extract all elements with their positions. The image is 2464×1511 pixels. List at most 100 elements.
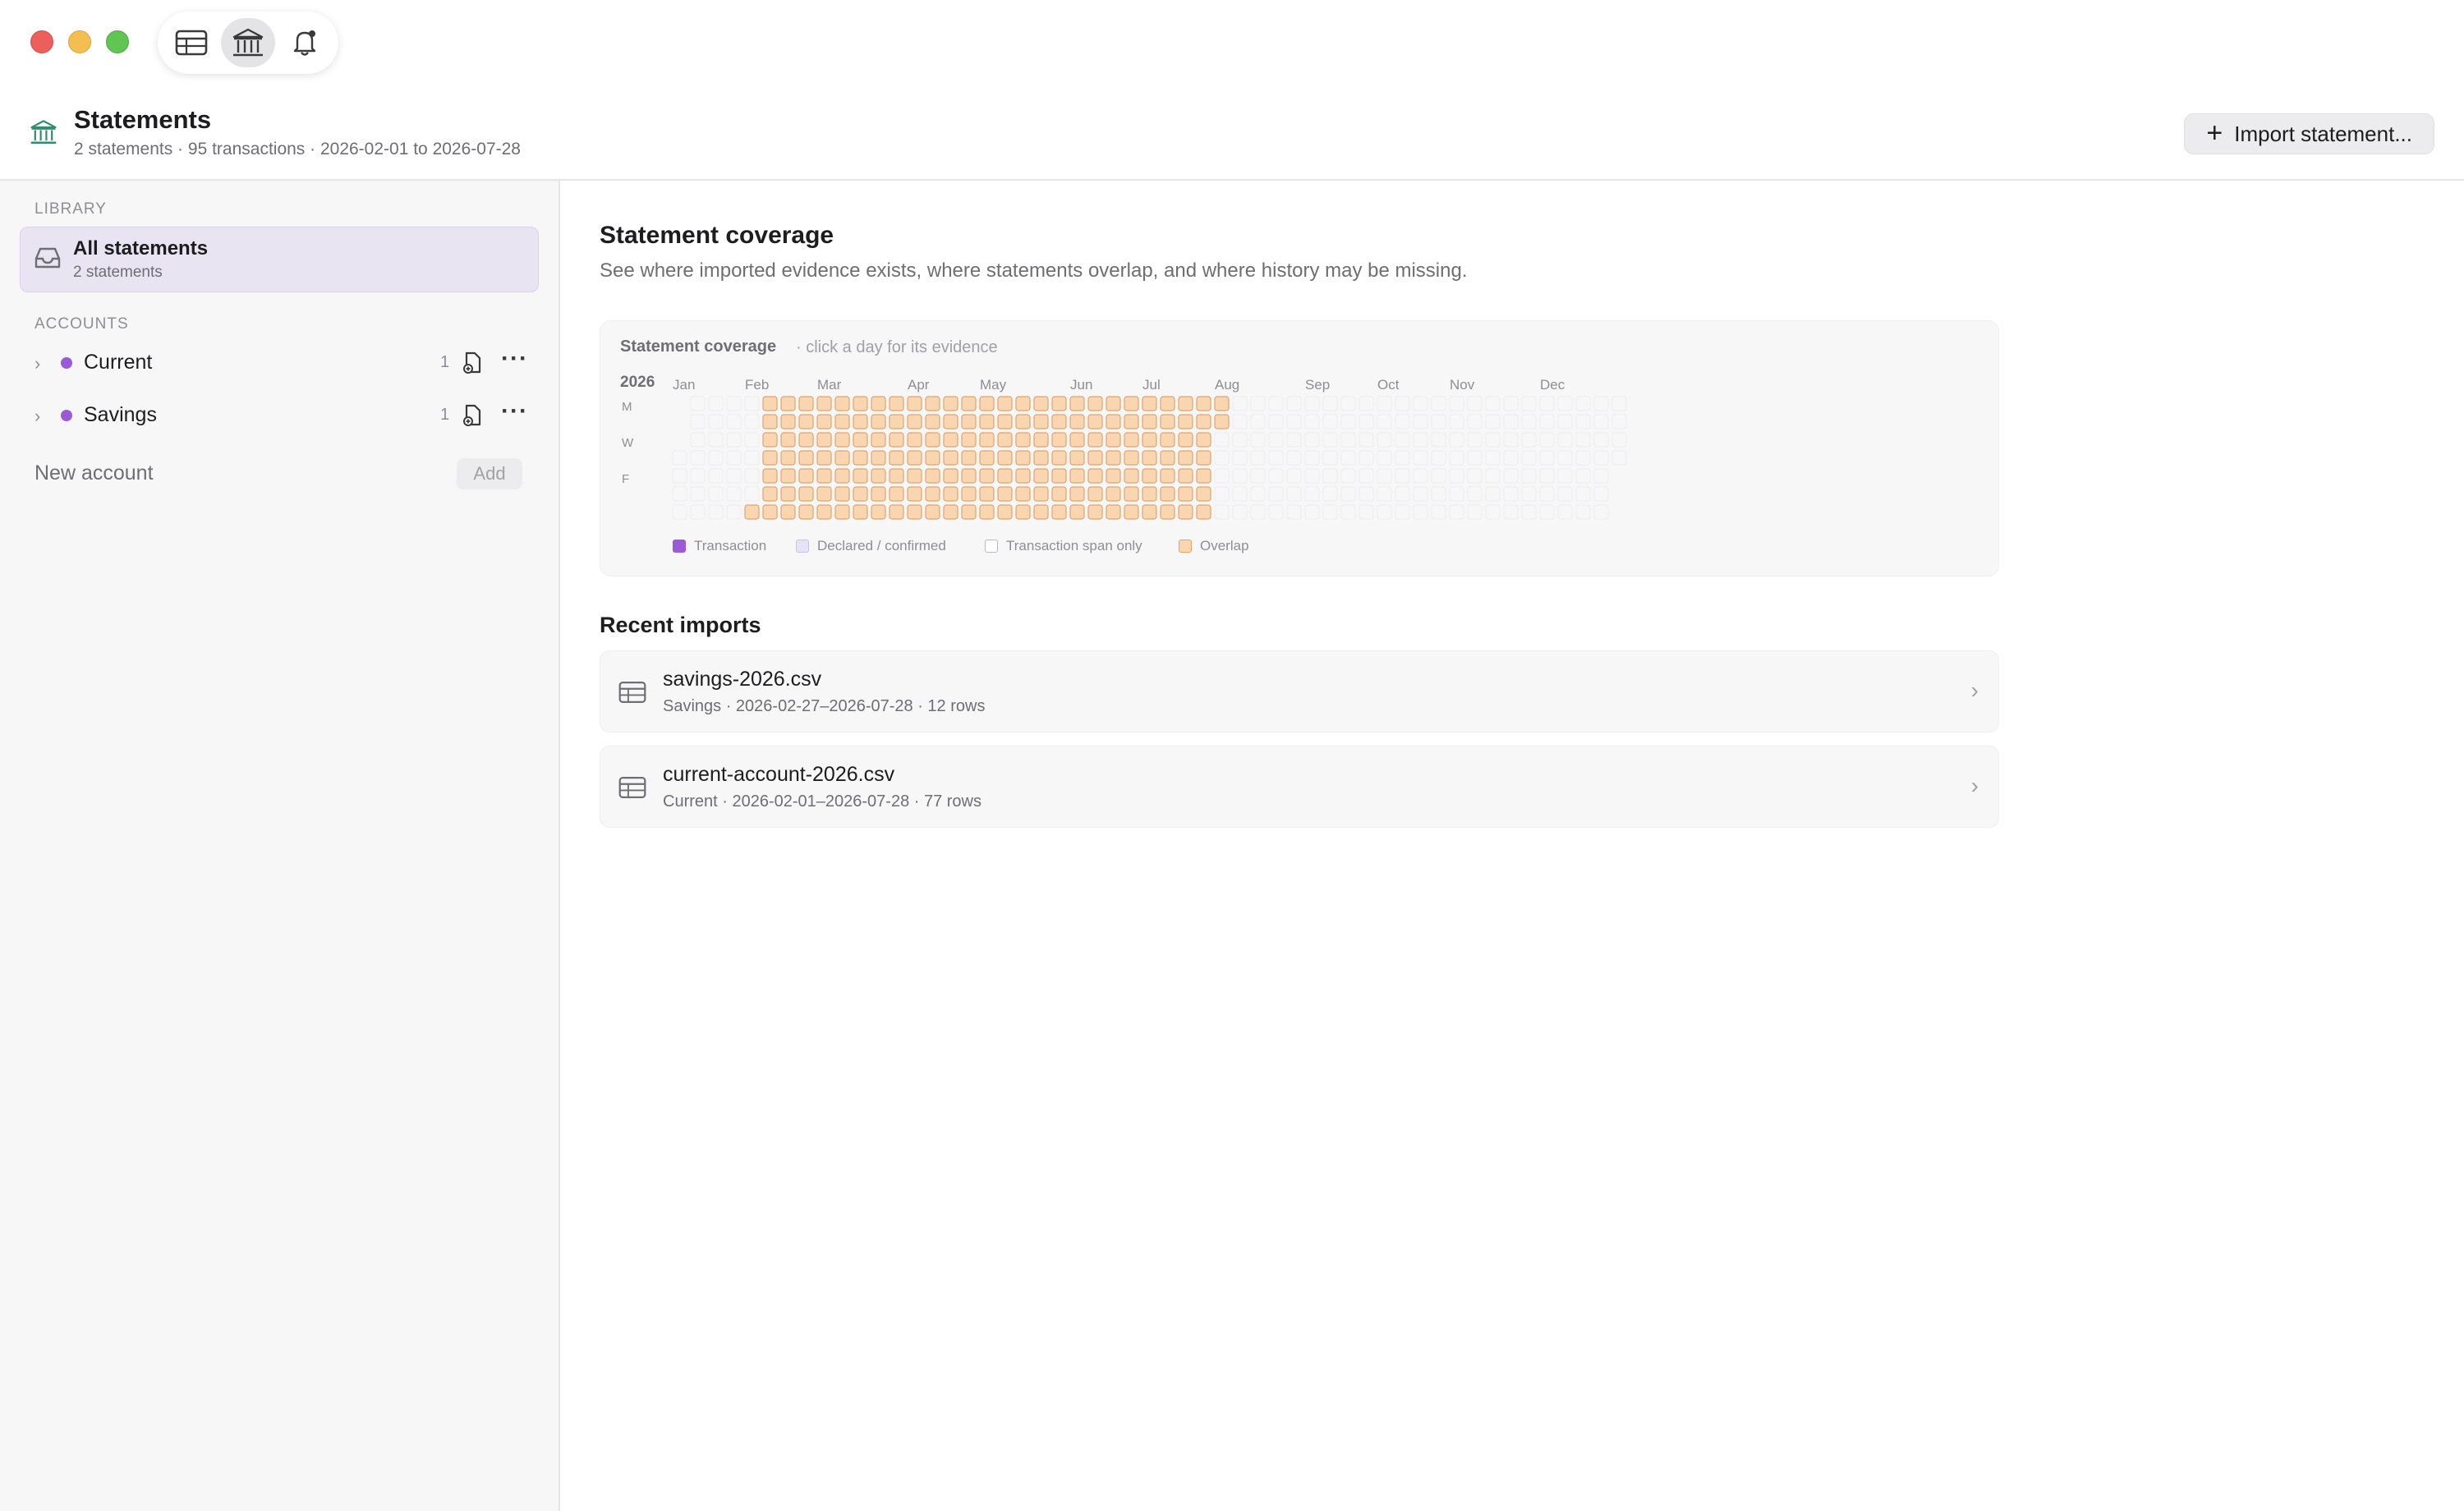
coverage-day-empty[interactable]	[1521, 414, 1537, 429]
coverage-day-overlap[interactable]	[798, 450, 814, 466]
coverage-day-empty[interactable]	[1485, 468, 1501, 484]
coverage-day-overlap[interactable]	[798, 396, 814, 411]
coverage-day-overlap[interactable]	[997, 450, 1013, 466]
coverage-day-empty[interactable]	[1503, 396, 1519, 411]
coverage-day-empty[interactable]	[1521, 504, 1537, 520]
coverage-day-overlap[interactable]	[889, 414, 904, 429]
coverage-day-overlap[interactable]	[979, 432, 995, 448]
coverage-day-overlap[interactable]	[1196, 396, 1211, 411]
coverage-day-empty[interactable]	[1395, 414, 1410, 429]
add-account-button[interactable]: Add	[457, 458, 522, 489]
coverage-day-overlap[interactable]	[1178, 450, 1193, 466]
coverage-day-overlap[interactable]	[1178, 432, 1193, 448]
coverage-day-empty[interactable]	[1322, 468, 1338, 484]
coverage-day-empty[interactable]	[1431, 486, 1446, 502]
coverage-day-overlap[interactable]	[961, 468, 977, 484]
coverage-day-empty[interactable]	[1449, 396, 1464, 411]
coverage-day-empty[interactable]	[1232, 414, 1248, 429]
coverage-day-empty[interactable]	[1322, 432, 1338, 448]
coverage-day-overlap[interactable]	[979, 450, 995, 466]
coverage-day-empty[interactable]	[1304, 504, 1320, 520]
coverage-day-empty[interactable]	[1503, 504, 1519, 520]
coverage-day-empty[interactable]	[726, 468, 742, 484]
coverage-day-empty[interactable]	[1593, 468, 1609, 484]
coverage-day-overlap[interactable]	[1051, 504, 1067, 520]
coverage-day-empty[interactable]	[1521, 396, 1537, 411]
coverage-day-empty[interactable]	[1611, 396, 1627, 411]
coverage-day-empty[interactable]	[1250, 468, 1266, 484]
coverage-day-empty[interactable]	[1557, 486, 1573, 502]
coverage-day-overlap[interactable]	[1124, 414, 1139, 429]
coverage-day-overlap[interactable]	[1106, 468, 1121, 484]
coverage-day-empty[interactable]	[690, 468, 706, 484]
coverage-day-empty[interactable]	[1286, 504, 1302, 520]
import-document-icon[interactable]	[462, 403, 485, 428]
coverage-day-overlap[interactable]	[979, 504, 995, 520]
coverage-day-overlap[interactable]	[979, 486, 995, 502]
coverage-day-overlap[interactable]	[925, 396, 940, 411]
coverage-day-empty[interactable]	[1485, 486, 1501, 502]
coverage-day-overlap[interactable]	[853, 414, 868, 429]
coverage-day-empty[interactable]	[1449, 432, 1464, 448]
coverage-day-empty[interactable]	[1593, 432, 1609, 448]
coverage-day-overlap[interactable]	[961, 432, 977, 448]
coverage-day-overlap[interactable]	[780, 504, 796, 520]
coverage-day-overlap[interactable]	[1124, 468, 1139, 484]
coverage-day-overlap[interactable]	[780, 468, 796, 484]
coverage-day-overlap[interactable]	[907, 414, 922, 429]
coverage-day-empty[interactable]	[1449, 504, 1464, 520]
coverage-day-empty[interactable]	[1304, 468, 1320, 484]
coverage-day-empty[interactable]	[1268, 450, 1284, 466]
coverage-day-empty[interactable]	[1431, 396, 1446, 411]
coverage-day-overlap[interactable]	[1087, 468, 1103, 484]
coverage-day-overlap[interactable]	[762, 414, 778, 429]
coverage-day-empty[interactable]	[1413, 486, 1428, 502]
zoom-window-button[interactable]	[106, 30, 129, 53]
coverage-day-empty[interactable]	[690, 432, 706, 448]
coverage-day-empty[interactable]	[672, 450, 687, 466]
coverage-day-empty[interactable]	[1413, 468, 1428, 484]
coverage-day-empty[interactable]	[1485, 432, 1501, 448]
coverage-day-empty[interactable]	[708, 450, 724, 466]
coverage-day-empty[interactable]	[1377, 486, 1392, 502]
coverage-day-empty[interactable]	[744, 468, 760, 484]
coverage-day-empty[interactable]	[1611, 450, 1627, 466]
coverage-day-overlap[interactable]	[762, 468, 778, 484]
coverage-day-overlap[interactable]	[943, 468, 958, 484]
coverage-day-empty[interactable]	[1413, 504, 1428, 520]
coverage-day-empty[interactable]	[672, 504, 687, 520]
coverage-day-empty[interactable]	[1503, 468, 1519, 484]
coverage-day-empty[interactable]	[1286, 432, 1302, 448]
coverage-day-overlap[interactable]	[1196, 504, 1211, 520]
coverage-day-overlap[interactable]	[997, 432, 1013, 448]
coverage-day-overlap[interactable]	[1160, 468, 1175, 484]
coverage-day-overlap[interactable]	[1033, 432, 1049, 448]
coverage-day-overlap[interactable]	[1160, 450, 1175, 466]
coverage-day-overlap[interactable]	[853, 504, 868, 520]
coverage-day-overlap[interactable]	[1033, 450, 1049, 466]
coverage-day-empty[interactable]	[744, 450, 760, 466]
coverage-day-empty[interactable]	[1232, 432, 1248, 448]
coverage-day-empty[interactable]	[708, 414, 724, 429]
coverage-day-overlap[interactable]	[1178, 396, 1193, 411]
coverage-day-empty[interactable]	[1557, 396, 1573, 411]
coverage-day-empty[interactable]	[1413, 396, 1428, 411]
coverage-day-empty[interactable]	[1575, 450, 1591, 466]
import-row[interactable]: savings-2026.csv Savings · 2026-02-27–20…	[600, 650, 1999, 733]
coverage-day-empty[interactable]	[1395, 450, 1410, 466]
coverage-day-overlap[interactable]	[1160, 396, 1175, 411]
coverage-day-overlap[interactable]	[1069, 396, 1085, 411]
coverage-day-overlap[interactable]	[907, 450, 922, 466]
coverage-day-empty[interactable]	[1575, 486, 1591, 502]
coverage-day-empty[interactable]	[1485, 504, 1501, 520]
coverage-day-overlap[interactable]	[907, 486, 922, 502]
coverage-day-empty[interactable]	[1358, 432, 1374, 448]
coverage-day-overlap[interactable]	[853, 486, 868, 502]
coverage-day-overlap[interactable]	[1214, 414, 1230, 429]
minimize-window-button[interactable]	[68, 30, 91, 53]
coverage-day-empty[interactable]	[690, 486, 706, 502]
coverage-day-empty[interactable]	[1304, 414, 1320, 429]
coverage-day-overlap[interactable]	[1160, 414, 1175, 429]
coverage-day-overlap[interactable]	[816, 414, 832, 429]
coverage-day-overlap[interactable]	[871, 504, 886, 520]
